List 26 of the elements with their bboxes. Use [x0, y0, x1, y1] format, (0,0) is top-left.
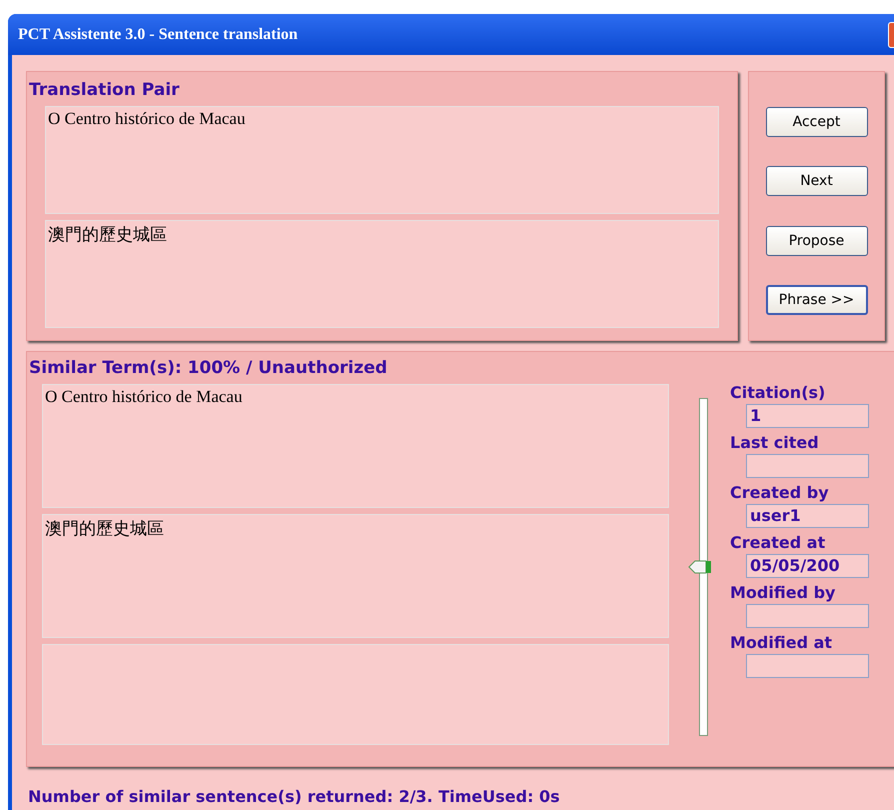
action-button[interactable]: Phrase >>	[766, 285, 868, 316]
input-field[interactable]	[746, 454, 869, 478]
field-label: Modified at	[730, 632, 834, 654]
action-button[interactable]: Accept	[766, 106, 868, 137]
input-field[interactable]: 05/05/200	[746, 554, 869, 578]
slider-thumb[interactable]	[688, 560, 712, 574]
action-button[interactable]: Next	[766, 166, 868, 196]
panel-heading: Translation Pair	[29, 80, 180, 100]
field-label: Citation(s)	[730, 382, 826, 404]
target-text-box[interactable]: 澳門的歷史城區	[42, 514, 669, 638]
field-label: Created by	[730, 482, 830, 504]
field-label: Last cited	[730, 432, 820, 454]
input-field[interactable]	[746, 604, 869, 628]
window-title: PCT Assistente 3.0 - Sentence translation	[18, 26, 298, 44]
field-label: Modified by	[730, 582, 836, 604]
status-text: Number of similar sentence(s) returned: 2/3. TimeUsed: 0s	[27, 786, 561, 806]
source-text-box[interactable]: O Centro histórico de Macau	[42, 384, 669, 508]
input-field[interactable]: 1	[746, 404, 869, 428]
field-label: Created at	[730, 532, 826, 554]
target-text-box[interactable]: 澳門的歷史城區	[45, 220, 719, 328]
source-text-box[interactable]: O Centro histórico de Macau	[45, 106, 719, 214]
input-field[interactable]: user1	[746, 504, 869, 528]
note-text-box[interactable]	[42, 644, 669, 745]
action-button[interactable]: Propose	[766, 226, 868, 256]
input-field[interactable]	[746, 654, 869, 678]
panel-heading: Similar Term(s): 100% / Unauthorized	[29, 358, 388, 378]
